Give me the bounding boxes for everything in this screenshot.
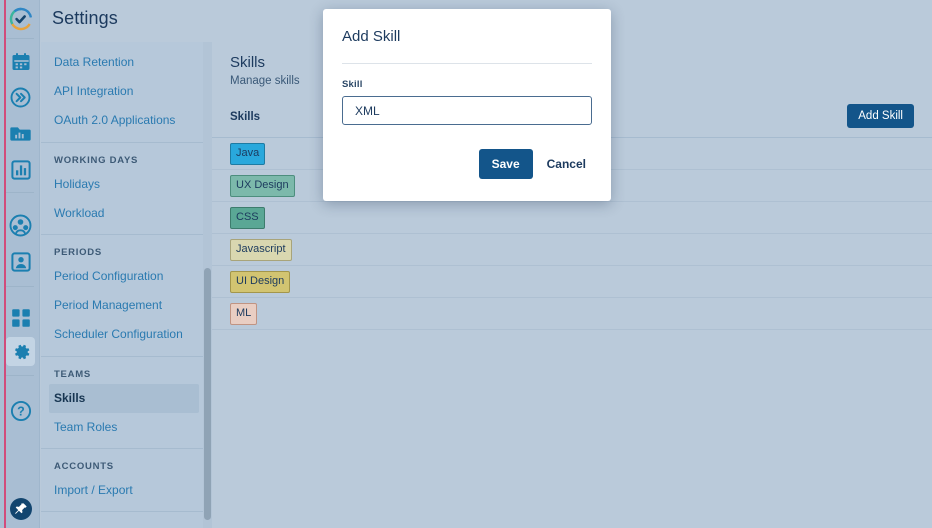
calendar-icon[interactable] <box>6 47 35 76</box>
add-skill-dialog: Add Skill Skill Save Cancel <box>323 9 611 201</box>
nav-group: PERIODS Period Configuration Period Manage… <box>41 235 209 357</box>
pin-icon[interactable] <box>6 494 35 523</box>
table-row[interactable]: ML <box>212 298 932 330</box>
sidebar-item-period-configuration[interactable]: Period Configuration <box>41 262 209 291</box>
sidebar-item-workload[interactable]: Workload <box>41 199 209 228</box>
table-row[interactable]: Javascript <box>212 234 932 266</box>
fast-forward-icon[interactable] <box>6 83 35 112</box>
sidebar-item-skills[interactable]: Skills <box>49 383 199 413</box>
page-header-title: Settings <box>52 8 118 28</box>
sidebar-item-team-roles[interactable]: Team Roles <box>41 413 209 442</box>
save-button[interactable]: Save <box>478 149 533 179</box>
rail-divider <box>6 375 34 376</box>
nav-scrollbar-thumb[interactable] <box>204 268 211 520</box>
skill-input[interactable] <box>342 96 592 125</box>
nav-group-caption: TEAMS <box>54 368 91 380</box>
skill-tag[interactable]: ML <box>230 302 258 325</box>
nav-group: WORKING DAYS Holidays Workload <box>41 143 209 235</box>
person-icon[interactable] <box>6 247 35 276</box>
dialog-title: Add Skill <box>342 28 401 45</box>
cancel-button[interactable]: Cancel <box>541 149 592 179</box>
sidebar-item-period-management[interactable]: Period Management <box>41 291 209 320</box>
nav-group-caption: ACCOUNTS <box>54 460 114 472</box>
bar-chart-icon[interactable] <box>6 155 35 184</box>
column-header-skills: Skills <box>230 111 261 123</box>
settings-gear-icon[interactable] <box>6 337 35 366</box>
sidebar-item-api-integration[interactable]: API Integration <box>41 77 209 106</box>
table-row[interactable]: UI Design <box>212 266 932 298</box>
sidebar-item-scheduler-configuration[interactable]: Scheduler Configuration <box>41 320 209 349</box>
skill-tag[interactable]: CSS <box>230 206 265 229</box>
sidebar-item-data-retention[interactable]: Data Retention <box>41 48 209 77</box>
svg-text:?: ? <box>17 404 25 418</box>
table-row[interactable]: CSS <box>212 202 932 234</box>
dialog-actions: Save Cancel <box>478 149 592 179</box>
nav-group: ACCOUNTS Import / Export <box>41 449 209 513</box>
sidebar-item-import-export[interactable]: Import / Export <box>41 476 209 505</box>
app-logo-icon[interactable] <box>6 4 35 33</box>
skill-field-label: Skill <box>342 79 363 90</box>
nav-group: Data Retention API Integration OAuth 2.0 A… <box>41 42 209 143</box>
rail-divider <box>6 192 34 193</box>
settings-nav: Data Retention API Integration OAuth 2.0 A… <box>41 42 210 528</box>
rail-divider <box>6 38 34 39</box>
team-icon[interactable] <box>6 211 35 240</box>
reports-folder-icon[interactable] <box>6 119 35 148</box>
nav-group-caption: WORKING DAYS <box>54 154 139 166</box>
skill-tag[interactable]: Javascript <box>230 238 292 261</box>
sidebar-item-holidays[interactable]: Holidays <box>41 170 209 199</box>
rail-divider <box>6 286 34 287</box>
help-icon[interactable]: ? <box>6 396 35 425</box>
skill-tag[interactable]: Java <box>230 142 266 165</box>
nav-group: TEAMS Skills Team Roles <box>41 357 209 449</box>
skill-tag[interactable]: UX Design <box>230 174 295 197</box>
nav-group-caption: PERIODS <box>54 246 103 258</box>
skill-tag[interactable]: UI Design <box>230 270 291 293</box>
grid-apps-icon[interactable] <box>6 303 35 332</box>
add-skill-button[interactable]: Add Skill <box>847 104 914 128</box>
settings-page: ? Settings Data Retention API Integration… <box>0 0 932 528</box>
primary-icon-rail: ? <box>0 0 40 528</box>
sidebar-item-oauth-2-0-applications[interactable]: OAuth 2.0 Applications <box>41 106 209 135</box>
